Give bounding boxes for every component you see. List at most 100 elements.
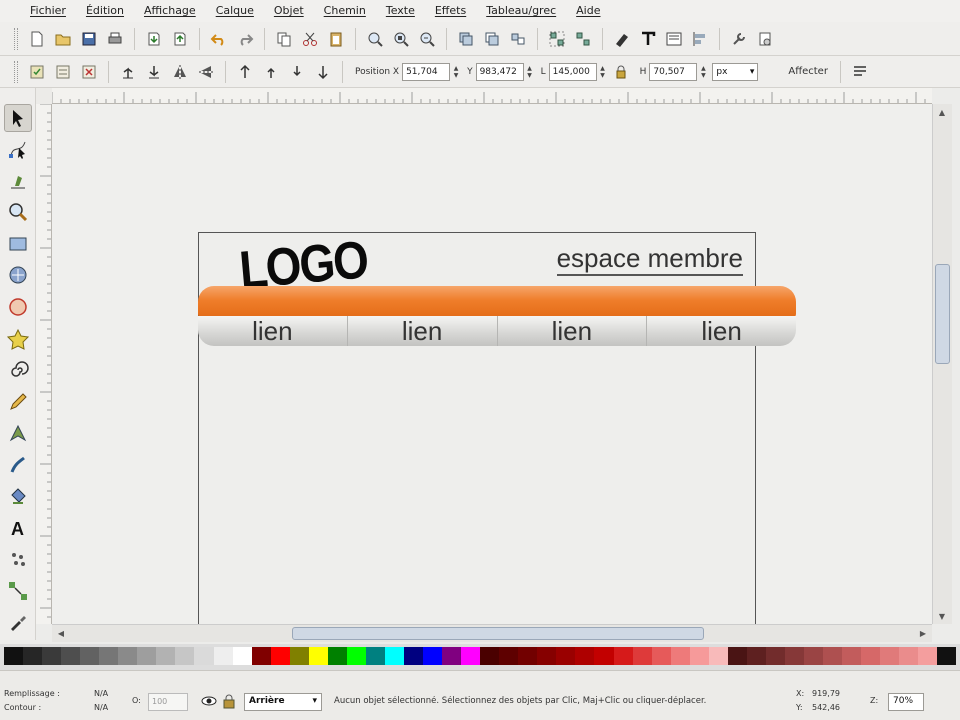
undo-button[interactable] — [208, 28, 230, 50]
color-swatch[interactable] — [175, 647, 195, 665]
color-swatch[interactable] — [784, 647, 804, 665]
zoom-drawing-button[interactable] — [390, 28, 412, 50]
duplicate-button[interactable] — [455, 28, 477, 50]
color-swatch[interactable] — [632, 647, 652, 665]
color-swatch[interactable] — [194, 647, 214, 665]
cut-button[interactable] — [299, 28, 321, 50]
select-all-layers-button[interactable] — [52, 61, 74, 83]
toolbar-grip[interactable] — [14, 60, 18, 83]
canvas[interactable]: LOGO espace membre lien lien lien lien — [52, 104, 932, 624]
spray-tool[interactable] — [4, 545, 32, 573]
deselect-button[interactable] — [78, 61, 100, 83]
height-spinner[interactable]: ▲ ▼ — [698, 63, 708, 81]
color-swatch[interactable] — [308, 647, 328, 665]
align-distribute-button[interactable] — [689, 28, 711, 50]
color-swatch[interactable] — [842, 647, 862, 665]
position-x-spinner[interactable]: ▲ ▼ — [451, 63, 461, 81]
fill-value[interactable]: N/A — [94, 689, 108, 698]
pen-tool[interactable] — [4, 419, 32, 447]
node-tool[interactable] — [4, 136, 32, 164]
export-button[interactable] — [169, 28, 191, 50]
color-swatch[interactable] — [575, 647, 595, 665]
color-swatch[interactable] — [118, 647, 138, 665]
menu-file[interactable]: Fichier — [20, 0, 76, 22]
select-all-button[interactable] — [26, 61, 48, 83]
text-tool[interactable]: A — [4, 514, 32, 542]
lower-button[interactable] — [286, 61, 308, 83]
import-button[interactable] — [143, 28, 165, 50]
clone-button[interactable] — [481, 28, 503, 50]
horizontal-ruler[interactable] — [52, 88, 932, 104]
color-swatch[interactable] — [556, 647, 576, 665]
color-swatch[interactable] — [765, 647, 785, 665]
color-swatch[interactable] — [670, 647, 690, 665]
color-swatch[interactable] — [327, 647, 347, 665]
color-swatch[interactable] — [518, 647, 538, 665]
rectangle-tool[interactable] — [4, 230, 32, 258]
preferences-button[interactable] — [728, 28, 750, 50]
pencil-tool[interactable] — [4, 388, 32, 416]
dropper-tool[interactable] — [4, 609, 32, 637]
color-swatch[interactable] — [289, 647, 309, 665]
color-swatch[interactable] — [651, 647, 671, 665]
unlink-clone-button[interactable] — [507, 28, 529, 50]
scroll-left-icon[interactable]: ◀ — [52, 625, 70, 641]
nav-link[interactable]: lien — [498, 316, 648, 346]
width-input[interactable] — [548, 62, 597, 81]
position-x-input[interactable] — [402, 62, 451, 81]
color-swatch[interactable] — [480, 647, 500, 665]
stroke-value[interactable]: N/A — [94, 703, 108, 712]
rotate-cw-button[interactable] — [143, 61, 165, 83]
position-y-spinner[interactable]: ▲ ▼ — [525, 63, 535, 81]
xml-editor-button[interactable] — [663, 28, 685, 50]
nav-bar-group[interactable]: lien lien lien lien — [198, 286, 796, 346]
menu-path[interactable]: Chemin — [314, 0, 376, 22]
color-swatch[interactable] — [442, 647, 462, 665]
color-swatch[interactable] — [99, 647, 119, 665]
color-swatch[interactable] — [689, 647, 709, 665]
color-swatch[interactable] — [499, 647, 519, 665]
nav-link[interactable]: lien — [348, 316, 498, 346]
color-swatch[interactable] — [746, 647, 766, 665]
color-swatch[interactable] — [803, 647, 824, 665]
color-swatch[interactable] — [213, 647, 233, 665]
color-swatch[interactable] — [708, 647, 728, 665]
menu-edit[interactable]: Édition — [76, 0, 134, 22]
print-button[interactable] — [104, 28, 126, 50]
lock-layer-icon[interactable] — [222, 693, 236, 711]
color-swatch[interactable] — [156, 647, 176, 665]
color-swatch[interactable] — [137, 647, 157, 665]
menu-text[interactable]: Texte — [376, 0, 425, 22]
paint-bucket-tool[interactable] — [4, 482, 32, 510]
redo-button[interactable] — [234, 28, 256, 50]
color-swatch[interactable] — [270, 647, 290, 665]
3d-box-tool[interactable] — [4, 262, 32, 290]
selector-tool[interactable] — [3, 104, 32, 132]
color-swatch[interactable] — [918, 647, 938, 665]
color-swatch[interactable] — [42, 647, 62, 665]
lower-to-bottom-button[interactable] — [312, 61, 334, 83]
color-swatch[interactable] — [880, 647, 900, 665]
color-swatch[interactable] — [61, 647, 81, 665]
group-button[interactable] — [546, 28, 568, 50]
raise-button[interactable] — [260, 61, 282, 83]
tweak-tool[interactable] — [4, 167, 32, 195]
horizontal-scroll-thumb[interactable] — [292, 627, 704, 640]
eye-icon[interactable] — [200, 693, 218, 711]
height-input[interactable] — [649, 62, 698, 81]
zoom-input[interactable]: 70% — [888, 693, 924, 711]
spiral-tool[interactable] — [4, 356, 32, 384]
vertical-scroll-thumb[interactable] — [935, 264, 950, 364]
horizontal-scrollbar[interactable]: ◀ ▶ — [52, 624, 932, 642]
color-swatch[interactable] — [346, 647, 366, 665]
scroll-right-icon[interactable]: ▶ — [914, 625, 932, 641]
menu-view[interactable]: Affichage — [134, 0, 206, 22]
menu-object[interactable]: Objet — [264, 0, 314, 22]
paste-button[interactable] — [325, 28, 347, 50]
layer-select[interactable]: Arrière ▾ — [244, 693, 322, 711]
rotate-ccw-button[interactable] — [117, 61, 139, 83]
vertical-scrollbar[interactable]: ▲ ▼ — [932, 104, 952, 624]
member-area-text[interactable]: espace membre — [556, 243, 743, 276]
zoom-tool[interactable] — [4, 199, 32, 227]
color-swatch[interactable] — [384, 647, 404, 665]
